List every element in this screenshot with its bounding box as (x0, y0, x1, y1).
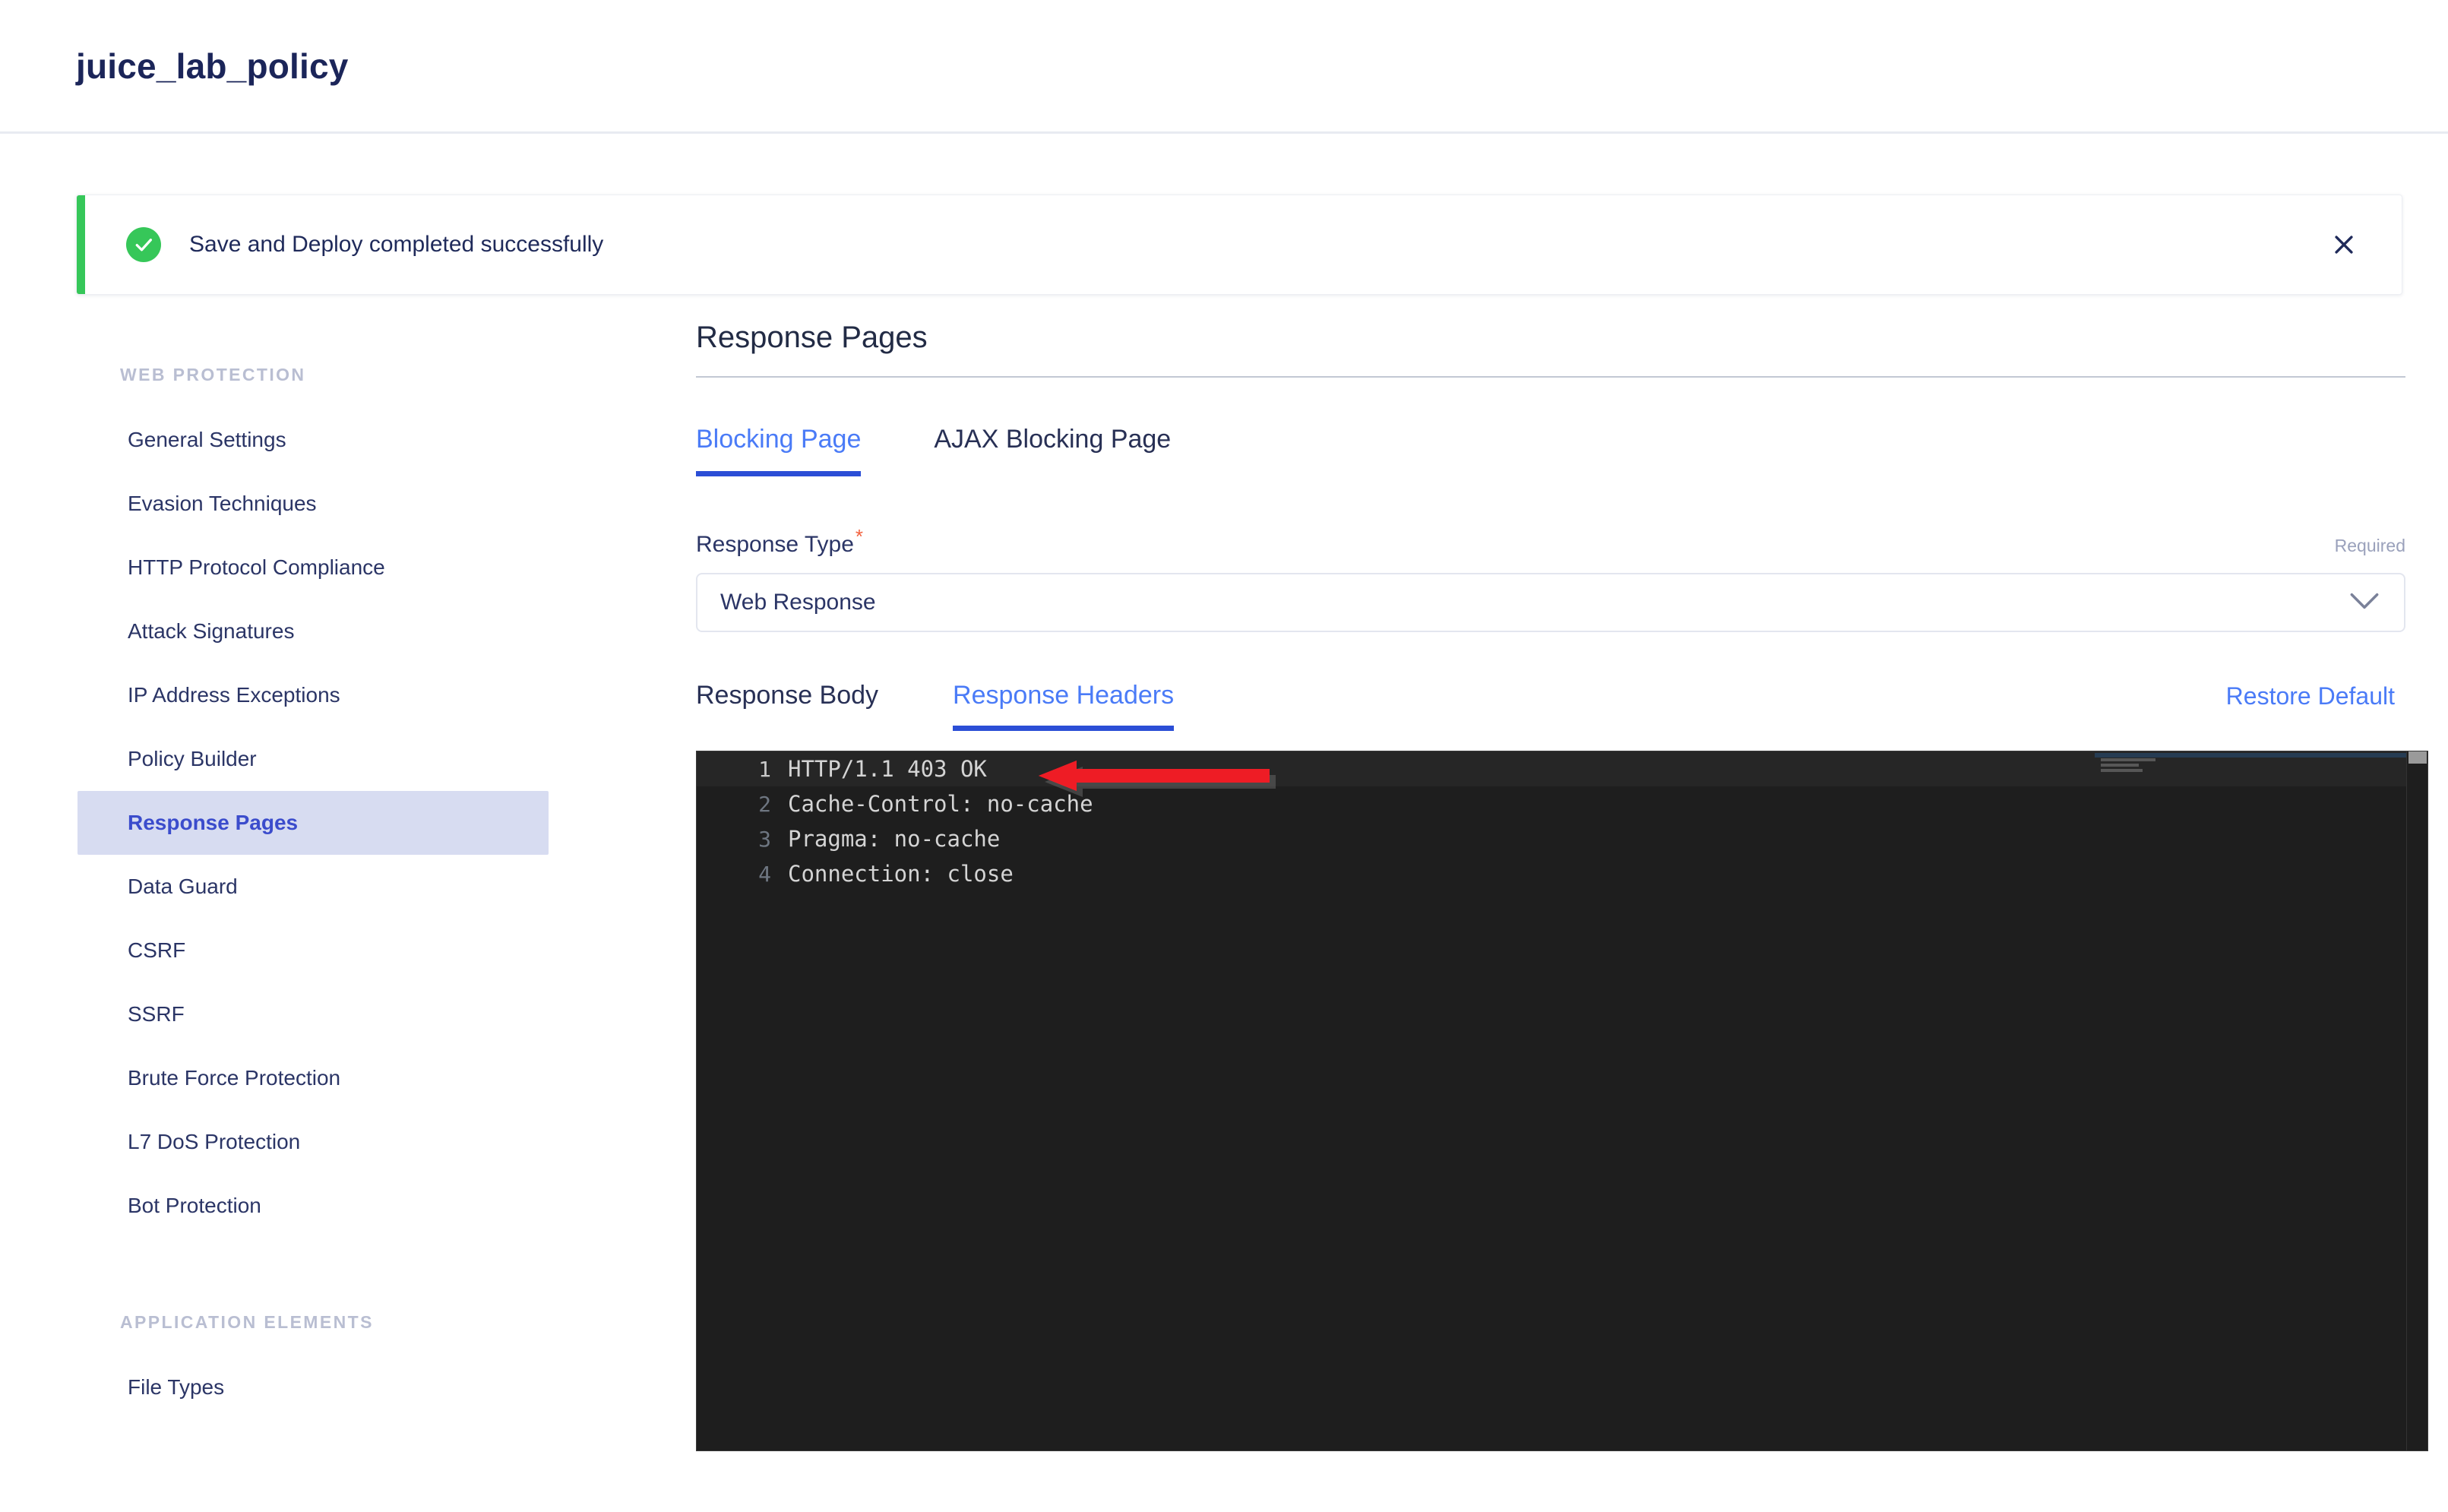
line-number: 2 (758, 791, 771, 817)
main-content: Response Pages Blocking Page AJAX Blocki… (669, 321, 2448, 1451)
editor-scrollbar[interactable] (2406, 751, 2427, 1450)
page-title: Response Pages (696, 321, 928, 354)
sidebar-item-policy-builder[interactable]: Policy Builder (77, 727, 549, 791)
sidebar-item-label: Brute Force Protection (128, 1066, 341, 1090)
success-banner: Save and Deploy completed successfully (76, 195, 2402, 295)
sidebar-item-data-guard[interactable]: Data Guard (77, 855, 549, 919)
code-line[interactable]: 2 Cache-Control: no-cache (697, 786, 2427, 821)
required-asterisk: * (855, 525, 864, 548)
response-headers-code-editor[interactable]: 1 HTTP/1.1 403 OK 2 Cache-Control: no-ca… (696, 751, 2428, 1451)
sidebar-item-label: Attack Signatures (128, 619, 295, 643)
code-line[interactable]: 3 Pragma: no-cache (697, 821, 2427, 856)
line-text: HTTP/1.1 403 OK (788, 756, 987, 782)
tab-ajax-blocking-page[interactable]: AJAX Blocking Page (934, 425, 1171, 476)
banner-message: Save and Deploy completed successfully (189, 232, 604, 257)
required-hint: Required (2334, 536, 2405, 555)
page-policy-title: juice_lab_policy (76, 46, 349, 86)
code-line[interactable]: 4 Connection: close (697, 856, 2427, 891)
response-type-value: Web Response (720, 590, 876, 615)
sidebar-item-response-pages[interactable]: Response Pages (77, 791, 549, 855)
sidebar-item-label: Policy Builder (128, 747, 257, 770)
sidebar-item-label: General Settings (128, 428, 286, 451)
minimap-selection (2095, 753, 2421, 758)
line-number: 3 (758, 826, 771, 852)
banner-accent-bar (77, 195, 85, 294)
sidebar-item-general-settings[interactable]: General Settings (77, 408, 549, 472)
sidebar-item-l7-dos-protection[interactable]: L7 DoS Protection (77, 1110, 549, 1174)
check-circle-icon (126, 227, 161, 262)
tab-blocking-page[interactable]: Blocking Page (696, 425, 862, 476)
sidebar-item-csrf[interactable]: CSRF (77, 919, 549, 982)
minimap-line (2101, 764, 2139, 767)
tab-response-body[interactable]: Response Body (696, 681, 878, 731)
editor-content[interactable]: 1 HTTP/1.1 403 OK 2 Cache-Control: no-ca… (697, 751, 2427, 1450)
sidebar-item-file-types[interactable]: File Types (77, 1355, 549, 1419)
editor-scrollbar-thumb[interactable] (2408, 751, 2427, 764)
sidebar-item-label: IP Address Exceptions (128, 683, 340, 707)
sidebar-item-label: Data Guard (128, 875, 238, 898)
minimap-line (2101, 758, 2155, 761)
sidebar-item-bot-protection[interactable]: Bot Protection (77, 1174, 549, 1238)
line-number: 1 (758, 756, 771, 782)
sidebar-nav: WEB PROTECTION General Settings Evasion … (0, 321, 669, 1451)
response-type-label: Response Type* (696, 525, 863, 558)
sidebar-item-brute-force-protection[interactable]: Brute Force Protection (77, 1046, 549, 1110)
tab-response-headers[interactable]: Response Headers (953, 681, 1175, 731)
response-type-label-text: Response Type (696, 532, 854, 557)
restore-default-link[interactable]: Restore Default (2226, 682, 2395, 710)
sidebar-item-ip-address-exceptions[interactable]: IP Address Exceptions (77, 663, 549, 727)
response-type-select[interactable]: Web Response (696, 573, 2405, 632)
line-text: Pragma: no-cache (788, 826, 1001, 852)
editor-tab-row: Response Body Response Headers Restore D… (696, 681, 2405, 731)
secondary-tabs: Response Body Response Headers (696, 681, 1248, 731)
body-container: WEB PROTECTION General Settings Evasion … (0, 295, 2448, 1451)
line-text: Connection: close (788, 861, 1014, 887)
sidebar-section-web-protection: WEB PROTECTION (120, 365, 306, 384)
sidebar-section-application-elements: APPLICATION ELEMENTS (120, 1312, 374, 1332)
sidebar-item-http-protocol-compliance[interactable]: HTTP Protocol Compliance (77, 536, 549, 599)
line-text: Cache-Control: no-cache (788, 791, 1093, 817)
response-type-label-row: Response Type* Required (696, 525, 2405, 558)
sidebar-item-label: Bot Protection (128, 1194, 261, 1217)
minimap-line (2101, 769, 2143, 772)
sidebar-item-evasion-techniques[interactable]: Evasion Techniques (77, 472, 549, 536)
sidebar-item-label: Evasion Techniques (128, 492, 317, 515)
sidebar-item-label: L7 DoS Protection (128, 1130, 301, 1153)
notification-area: Save and Deploy completed successfully (0, 134, 2448, 295)
chevron-down-icon[interactable] (2349, 592, 2380, 614)
sidebar-item-label: SSRF (128, 1002, 185, 1026)
line-number: 4 (758, 861, 771, 887)
title-divider (696, 376, 2405, 378)
sidebar-item-label: File Types (128, 1375, 225, 1399)
app-header: juice_lab_policy (0, 0, 2448, 134)
sidebar-item-label: CSRF (128, 938, 186, 962)
editor-minimap (2095, 753, 2421, 780)
sidebar-item-attack-signatures[interactable]: Attack Signatures (77, 599, 549, 663)
close-icon[interactable] (2326, 226, 2362, 263)
sidebar-item-label: HTTP Protocol Compliance (128, 555, 385, 579)
sidebar-item-label: Response Pages (128, 811, 299, 834)
response-type-field: Response Type* Required Web Response (696, 525, 2405, 632)
sidebar-item-ssrf[interactable]: SSRF (77, 982, 549, 1046)
primary-tabs: Blocking Page AJAX Blocking Page (696, 425, 2448, 476)
